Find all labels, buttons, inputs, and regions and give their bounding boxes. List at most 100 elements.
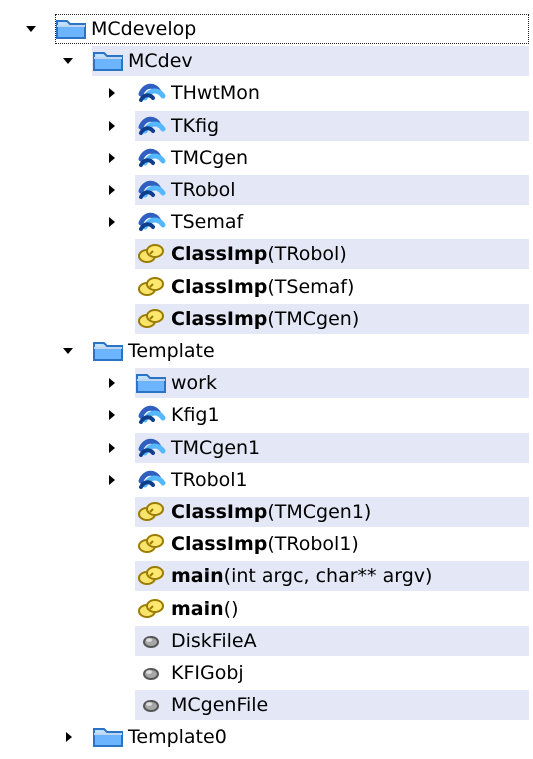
tree-row-template[interactable]: Template: [92, 336, 529, 366]
tree-row-label: main(int argc, char** argv): [171, 561, 432, 591]
tree-row-classimp-tmcgen1[interactable]: ClassImp(TMCgen1): [135, 497, 529, 527]
tree-row-label: Template: [128, 336, 215, 366]
tree-row-label-text: work: [171, 372, 217, 395]
tree-row-label-text: THwtMon: [171, 82, 260, 105]
tree-row-label-bold: ClassImp: [171, 501, 268, 523]
tree-row-label-text: TRobol: [171, 179, 236, 201]
tree-row-tkfig[interactable]: TKfig: [135, 110, 529, 141]
class-browser-tree[interactable]: MCdevelop MCdev THwtMon TKfig TMCgen TRo…: [0, 0, 533, 759]
collapse-arrow-icon[interactable]: [103, 85, 119, 101]
tree-row-main-noargs[interactable]: main(): [135, 594, 529, 624]
function-icon: [135, 241, 169, 267]
tree-row-classimp-tsemaf[interactable]: ClassImp(TSemaf): [135, 272, 529, 302]
tree-row-label-text: Template0: [128, 726, 227, 749]
tree-row-label: work: [171, 368, 217, 398]
collapse-arrow-icon[interactable]: [103, 214, 119, 230]
tree-row-label-text: (TRobol1): [267, 533, 359, 556]
class-icon: [135, 209, 169, 235]
tree-row-diskfilea[interactable]: DiskFileA: [135, 625, 529, 656]
expand-arrow-icon[interactable]: [60, 343, 76, 359]
tree-row-label: MCgenFile: [171, 690, 268, 720]
tree-row-label-bold: main: [171, 597, 224, 620]
tree-row-label-text: MCdev: [128, 50, 193, 73]
tree-row-label-bold: ClassImp: [171, 533, 268, 556]
tree-row-template0[interactable]: Template0: [92, 722, 529, 752]
tree-row-label-text: DiskFileA: [171, 629, 257, 652]
tree-row-kfig1[interactable]: Kfig1: [135, 400, 529, 430]
tree-row-label-text: (): [223, 597, 239, 620]
function-icon: [135, 274, 169, 300]
tree-row-label-text: Kfig1: [171, 404, 220, 427]
tree-row-thwtmon[interactable]: THwtMon: [135, 78, 529, 108]
tree-row-kfigobj[interactable]: KFIGobj: [135, 658, 529, 688]
tree-row-label-text: (TSemaf): [267, 275, 355, 298]
tree-row-label-text: (int argc, char** argv): [223, 565, 433, 588]
collapse-arrow-icon[interactable]: [103, 472, 119, 488]
expand-arrow-icon[interactable]: [60, 53, 76, 69]
tree-row-label: MCdevelop: [91, 14, 196, 44]
tree-row-label-text: TKfig: [171, 114, 220, 137]
tree-row-classimp-trobol[interactable]: ClassImp(TRobol): [135, 239, 529, 270]
tree-row-label: DiskFileA: [171, 626, 257, 656]
tree-row-classimp-tmcgen[interactable]: ClassImp(TMCgen): [135, 303, 529, 334]
collapse-arrow-icon[interactable]: [103, 407, 119, 423]
tree-row-label-text: (TMCgen): [267, 307, 360, 330]
tree-row-mcdevelop[interactable]: MCdevelop: [55, 14, 529, 44]
tree-row-label-text: Template: [128, 340, 215, 362]
tree-row-label: ClassImp(TMCgen1): [171, 497, 371, 527]
tree-row-classimp-trobol1[interactable]: ClassImp(TRobol1): [135, 529, 529, 559]
class-icon: [135, 145, 169, 171]
variable-icon: [135, 692, 169, 718]
collapse-arrow-icon[interactable]: [103, 118, 119, 134]
tree-row-label: ClassImp(TMCgen): [171, 304, 359, 334]
folder-icon: [92, 338, 126, 364]
tree-row-label: Template0: [128, 722, 227, 752]
tree-row-work[interactable]: work: [135, 368, 529, 399]
function-icon: [135, 499, 169, 525]
tree-row-label: TKfig: [171, 111, 219, 141]
tree-row-label: THwtMon: [171, 78, 260, 108]
function-icon: [135, 563, 169, 589]
tree-row-label: TSemaf: [171, 207, 243, 237]
folder-icon: [92, 724, 126, 750]
class-icon: [135, 80, 169, 106]
tree-row-label: TMCgen: [171, 143, 248, 173]
collapse-arrow-icon[interactable]: [103, 440, 119, 456]
tree-row-trobol1[interactable]: TRobol1: [135, 465, 529, 495]
class-icon: [135, 177, 169, 203]
tree-row-label-text: MCgenFile: [171, 694, 269, 717]
tree-row-label: TRobol: [171, 175, 236, 205]
tree-row-label: ClassImp(TRobol1): [171, 529, 359, 559]
tree-row-mcdev[interactable]: MCdev: [92, 46, 529, 77]
expand-arrow-icon[interactable]: [23, 21, 39, 37]
tree-row-label: TRobol1: [171, 465, 248, 495]
function-icon: [135, 306, 169, 332]
tree-row-mcgenfile[interactable]: MCgenFile: [135, 690, 529, 721]
tree-row-tsemaf[interactable]: TSemaf: [135, 207, 529, 237]
tree-row-tmcgen1[interactable]: TMCgen1: [135, 432, 529, 463]
tree-row-label-bold: main: [171, 565, 224, 588]
tree-row-label-text: (TMCgen1): [267, 501, 372, 523]
tree-row-label-bold: ClassImp: [171, 275, 268, 298]
tree-row-label: Kfig1: [171, 400, 220, 430]
variable-icon: [135, 660, 169, 686]
collapse-arrow-icon[interactable]: [60, 729, 76, 745]
folder-icon: [55, 16, 89, 42]
collapse-arrow-icon[interactable]: [103, 375, 119, 391]
function-icon: [135, 531, 169, 557]
tree-row-label-text: TMCgen1: [171, 436, 261, 459]
tree-row-main-args[interactable]: main(int argc, char** argv): [135, 561, 529, 592]
tree-row-label: MCdev: [128, 46, 193, 76]
collapse-arrow-icon[interactable]: [103, 150, 119, 166]
tree-row-label: KFIGobj: [171, 658, 244, 688]
tree-row-label: ClassImp(TSemaf): [171, 272, 354, 302]
collapse-arrow-icon[interactable]: [103, 182, 119, 198]
tree-row-label-bold: ClassImp: [171, 243, 268, 266]
tree-row-label-text: TMCgen: [171, 146, 249, 169]
tree-row-label-bold: ClassImp: [171, 307, 268, 330]
folder-icon: [135, 370, 169, 396]
class-icon: [135, 467, 169, 493]
tree-row-tmcgen[interactable]: TMCgen: [135, 143, 529, 173]
tree-row-label-text: KFIGobj: [171, 662, 244, 684]
tree-row-trobol[interactable]: TRobol: [135, 175, 529, 205]
